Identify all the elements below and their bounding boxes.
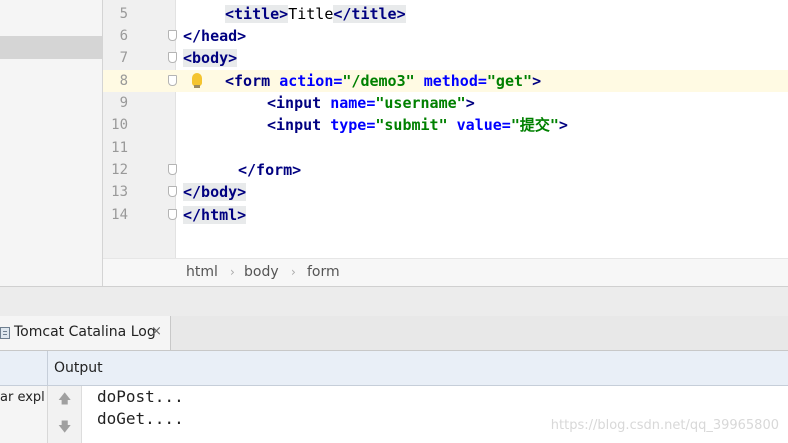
project-tree-selected-row[interactable] <box>0 36 102 59</box>
code-text[interactable]: <title>Title</title> <box>225 3 406 25</box>
close-icon[interactable]: × <box>151 324 162 339</box>
code-editor[interactable]: 5 <title>Title</title> 6 </head> 7 <body… <box>103 0 788 258</box>
code-line-8[interactable]: 8 <form action="/demo3" method="get"> <box>103 70 788 92</box>
watermark: https://blog.csdn.net/qq_39965800 <box>550 418 779 433</box>
code-text[interactable]: </body> <box>183 181 247 203</box>
breadcrumb: html › body › form <box>103 258 788 287</box>
output-toolbar: 🡅 🡇 <box>48 386 82 443</box>
code-line-6[interactable]: 6 </head> <box>103 25 788 47</box>
line-number: 14 <box>111 207 128 223</box>
code-line-12[interactable]: 12 </form> <box>103 159 788 181</box>
fold-marker-icon[interactable] <box>168 209 177 220</box>
line-number: 6 <box>119 28 128 44</box>
tool-window-tabbar: Tomcat Catalina Log × <box>0 316 788 351</box>
breadcrumb-item-html[interactable]: html <box>186 264 218 280</box>
code-line-14[interactable]: 14 </html> <box>103 204 788 226</box>
line-number: 8 <box>119 73 128 89</box>
tab-tomcat-catalina-log[interactable]: Tomcat Catalina Log × <box>0 316 171 350</box>
fold-marker-icon[interactable] <box>168 75 177 86</box>
code-line-13[interactable]: 13 </body> <box>103 181 788 203</box>
code-text[interactable]: <body> <box>183 47 238 69</box>
scroll-up-icon[interactable]: 🡅 <box>58 390 71 412</box>
console-line: doPost... <box>97 387 184 406</box>
scroll-down-icon[interactable]: 🡇 <box>58 418 71 440</box>
line-number: 7 <box>119 50 128 66</box>
output-header: Output <box>0 351 788 386</box>
fold-marker-icon[interactable] <box>168 30 177 41</box>
panel-splitter[interactable] <box>0 286 788 317</box>
breadcrumb-item-body[interactable]: body <box>244 264 279 280</box>
code-line-11[interactable]: 11 <box>103 137 788 159</box>
breadcrumb-item-form[interactable]: form <box>307 264 340 280</box>
code-line-7[interactable]: 7 <body> <box>103 47 788 69</box>
line-number: 9 <box>119 95 128 111</box>
line-number: 10 <box>111 117 128 133</box>
code-text[interactable]: </form> <box>238 159 301 181</box>
code-text[interactable]: <input type="submit" value="提交"> <box>267 114 568 136</box>
code-line-5[interactable]: 5 <title>Title</title> <box>103 3 788 25</box>
code-text[interactable]: </html> <box>183 204 247 226</box>
intention-bulb-icon[interactable] <box>192 73 202 88</box>
column-divider[interactable] <box>47 351 48 385</box>
line-number: 11 <box>111 140 128 156</box>
code-text[interactable]: <form action="/demo3" method="get"> <box>225 70 541 92</box>
code-text[interactable]: </head> <box>183 25 246 47</box>
log-file-icon <box>0 327 10 339</box>
output-side-panel: ar expl <box>0 386 48 443</box>
tab-label: Tomcat Catalina Log <box>14 324 156 340</box>
code-line-9[interactable]: 9 <input name="username"> <box>103 92 788 114</box>
fold-marker-icon[interactable] <box>168 164 177 175</box>
console-line: doGet.... <box>97 409 184 428</box>
code-text[interactable]: <input name="username"> <box>267 92 475 114</box>
fold-marker-icon[interactable] <box>168 186 177 197</box>
project-panel <box>0 0 103 286</box>
output-console[interactable]: doPost... doGet.... https://blog.csdn.ne… <box>82 386 788 443</box>
line-number: 13 <box>111 184 128 200</box>
fold-marker-icon[interactable] <box>168 52 177 63</box>
line-number: 5 <box>119 6 128 22</box>
line-number: 12 <box>111 162 128 178</box>
breadcrumb-separator: › <box>230 265 235 279</box>
output-title: Output <box>54 360 103 376</box>
side-panel-label: ar expl <box>0 390 45 405</box>
code-line-10[interactable]: 10 <input type="submit" value="提交"> <box>103 114 788 136</box>
breadcrumb-separator: › <box>291 265 296 279</box>
